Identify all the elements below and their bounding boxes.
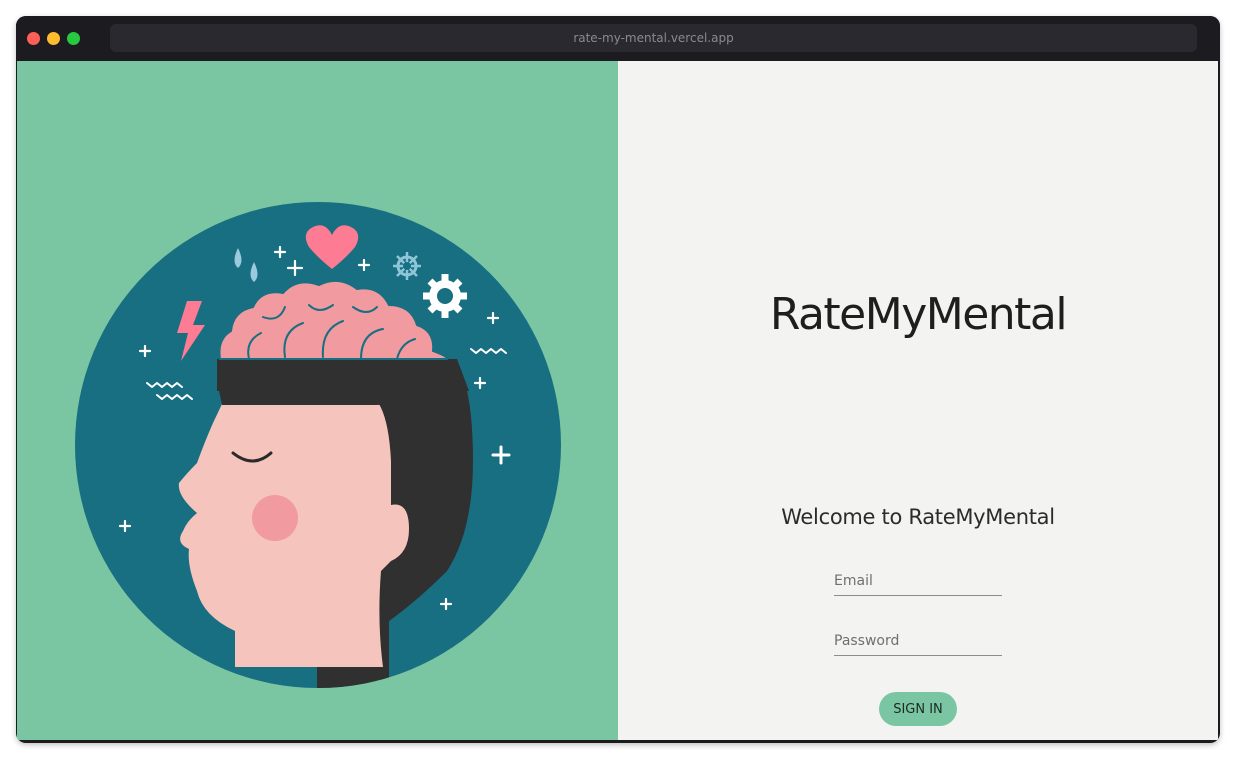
browser-titlebar: rate-my-mental.vercel.app [16, 16, 1220, 61]
login-panel: RateMyMental Welcome to RateMyMental SIG… [618, 61, 1218, 740]
email-field[interactable] [834, 567, 1002, 596]
sign-in-button[interactable]: SIGN IN [879, 692, 957, 726]
welcome-heading: Welcome to RateMyMental [781, 505, 1055, 529]
maximize-window-button[interactable] [67, 32, 80, 45]
minimize-window-button[interactable] [47, 32, 60, 45]
address-bar[interactable]: rate-my-mental.vercel.app [110, 24, 1197, 52]
close-window-button[interactable] [27, 32, 40, 45]
small-gear-icon [393, 252, 421, 280]
illustration-panel [17, 61, 618, 740]
page-content: RateMyMental Welcome to RateMyMental SIG… [17, 61, 1218, 740]
cheek-blush [252, 495, 298, 541]
browser-window: rate-my-mental.vercel.app RateMyMental W… [16, 16, 1220, 743]
hair-top-band [217, 359, 469, 405]
password-field[interactable] [834, 627, 1002, 656]
brand-title: RateMyMental [769, 289, 1068, 340]
head-with-brain-illustration [75, 202, 561, 688]
